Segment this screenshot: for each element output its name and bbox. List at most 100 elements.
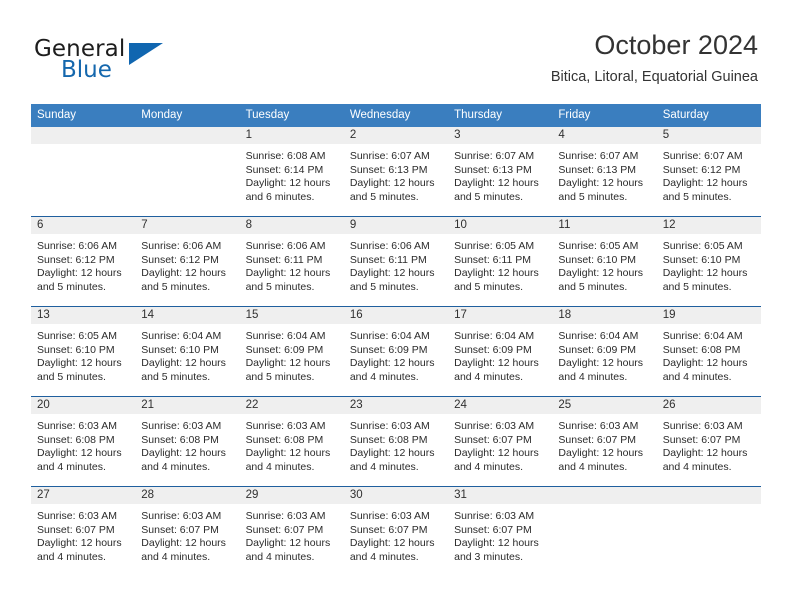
day-details: Sunrise: 6:05 AM Sunset: 6:11 PM Daylight:… bbox=[448, 234, 552, 294]
calendar-day-cell[interactable]: 6 Sunrise: 6:06 AM Sunset: 6:12 PM Daylight… bbox=[31, 216, 136, 307]
day-number: 16 bbox=[343, 307, 449, 324]
sunrise-time: Sunrise: 6:03 AM bbox=[245, 420, 326, 432]
day-number: 9 bbox=[343, 217, 449, 234]
calendar-day-cell[interactable]: 22 Sunrise: 6:03 AM Sunset: 6:08 PM Dayligh… bbox=[239, 396, 344, 487]
day-details: Sunrise: 6:03 AM Sunset: 6:08 PM Daylight:… bbox=[344, 414, 448, 474]
calendar-day-cell[interactable]: 16 Sunrise: 6:04 AM Sunset: 6:09 PM Dayligh… bbox=[343, 306, 449, 397]
day-number: 10 bbox=[448, 217, 553, 234]
daylight-duration-line2: and 5 minutes. bbox=[454, 190, 524, 203]
calendar-day-cell[interactable]: 18 Sunrise: 6:04 AM Sunset: 6:09 PM Dayligh… bbox=[552, 306, 657, 397]
day-details: Sunrise: 6:03 AM Sunset: 6:08 PM Daylight:… bbox=[135, 414, 239, 474]
daylight-duration-line2: and 4 minutes. bbox=[349, 370, 419, 383]
day-details: Sunrise: 6:05 AM Sunset: 6:10 PM Daylight:… bbox=[31, 324, 135, 384]
daylight-duration-line1: Daylight: 12 hours bbox=[349, 537, 435, 550]
calendar-day-cell[interactable]: 3 Sunrise: 6:07 AM Sunset: 6:13 PM Daylight… bbox=[448, 127, 553, 217]
calendar-day-cell[interactable]: 20 Sunrise: 6:03 AM Sunset: 6:08 PM Dayligh… bbox=[31, 396, 136, 487]
day-number: 2 bbox=[343, 127, 449, 144]
weekday-header-thursday: Thursday bbox=[448, 104, 553, 127]
calendar-day-cell[interactable]: 23 Sunrise: 6:03 AM Sunset: 6:08 PM Dayligh… bbox=[343, 396, 449, 487]
day-details: Sunrise: 6:03 AM Sunset: 6:08 PM Daylight:… bbox=[31, 414, 135, 474]
sunset-time: Sunset: 6:13 PM bbox=[349, 163, 428, 176]
day-number: 7 bbox=[135, 217, 240, 234]
calendar-day-cell[interactable]: 11 Sunrise: 6:05 AM Sunset: 6:10 PM Dayligh… bbox=[552, 216, 657, 307]
day-number bbox=[31, 127, 136, 144]
sunrise-time: Sunrise: 6:04 AM bbox=[662, 330, 743, 342]
sunrise-time: Sunrise: 6:04 AM bbox=[454, 330, 535, 342]
calendar-day-cell[interactable]: 8 Sunrise: 6:06 AM Sunset: 6:11 PM Daylight… bbox=[239, 216, 344, 307]
calendar-day-cell[interactable]: 17 Sunrise: 6:04 AM Sunset: 6:09 PM Dayligh… bbox=[448, 306, 553, 397]
daylight-duration-line2: and 5 minutes. bbox=[141, 370, 211, 383]
calendar-day-cell[interactable]: 31 Sunrise: 6:03 AM Sunset: 6:07 PM Dayligh… bbox=[448, 486, 553, 576]
calendar-day-cell[interactable]: 19 Sunrise: 6:04 AM Sunset: 6:08 PM Dayligh… bbox=[656, 306, 761, 397]
calendar-day-cell[interactable]: 7 Sunrise: 6:06 AM Sunset: 6:12 PM Daylight… bbox=[135, 216, 240, 307]
sunrise-time: Sunrise: 6:04 AM bbox=[349, 330, 430, 342]
day-number: 11 bbox=[552, 217, 657, 234]
weekday-header-monday: Monday bbox=[135, 104, 240, 127]
sunrise-time: Sunrise: 6:07 AM bbox=[558, 150, 639, 162]
triangle-logo-icon bbox=[129, 43, 163, 65]
sunset-time: Sunset: 6:09 PM bbox=[454, 343, 532, 356]
daylight-duration-line2: and 4 minutes. bbox=[37, 460, 106, 473]
daylight-duration-line2: and 5 minutes. bbox=[558, 190, 628, 203]
sunset-time: Sunset: 6:10 PM bbox=[558, 253, 637, 266]
calendar-day-cell[interactable]: 24 Sunrise: 6:03 AM Sunset: 6:07 PM Dayligh… bbox=[448, 396, 553, 487]
sunset-time: Sunset: 6:12 PM bbox=[662, 163, 741, 176]
calendar-day-cell[interactable]: 12 Sunrise: 6:05 AM Sunset: 6:10 PM Dayligh… bbox=[656, 216, 761, 307]
day-number: 24 bbox=[448, 397, 553, 414]
day-number: 6 bbox=[31, 217, 136, 234]
day-details: Sunrise: 6:03 AM Sunset: 6:08 PM Daylight:… bbox=[240, 414, 344, 474]
day-number: 22 bbox=[239, 397, 344, 414]
day-details: Sunrise: 6:07 AM Sunset: 6:13 PM Daylight:… bbox=[448, 144, 552, 204]
daylight-duration-line1: Daylight: 12 hours bbox=[141, 447, 226, 460]
calendar-day-cell[interactable]: 10 Sunrise: 6:05 AM Sunset: 6:11 PM Dayligh… bbox=[448, 216, 553, 307]
calendar-week-row: 13 Sunrise: 6:05 AM Sunset: 6:10 PM Dayligh… bbox=[31, 306, 761, 397]
sunrise-time: Sunrise: 6:03 AM bbox=[454, 420, 535, 432]
sunrise-time: Sunrise: 6:07 AM bbox=[454, 150, 535, 162]
daylight-duration-line1: Daylight: 12 hours bbox=[349, 447, 435, 460]
sunset-time: Sunset: 6:09 PM bbox=[245, 343, 324, 356]
daylight-duration-line1: Daylight: 12 hours bbox=[37, 447, 122, 460]
day-number: 3 bbox=[448, 127, 553, 144]
day-details: Sunrise: 6:04 AM Sunset: 6:09 PM Daylight:… bbox=[344, 324, 448, 384]
calendar-week-row: 6 Sunrise: 6:06 AM Sunset: 6:12 PM Daylight… bbox=[31, 216, 761, 307]
daylight-duration-line1: Daylight: 12 hours bbox=[558, 177, 644, 190]
day-number: 14 bbox=[135, 307, 240, 324]
calendar-day-cell[interactable]: 21 Sunrise: 6:03 AM Sunset: 6:08 PM Dayligh… bbox=[135, 396, 240, 487]
calendar-day-cell[interactable]: 25 Sunrise: 6:03 AM Sunset: 6:07 PM Dayligh… bbox=[552, 396, 657, 487]
calendar-day-cell[interactable]: 14 Sunrise: 6:04 AM Sunset: 6:10 PM Dayligh… bbox=[135, 306, 240, 397]
daylight-duration-line1: Daylight: 12 hours bbox=[454, 267, 539, 280]
day-details: Sunrise: 6:03 AM Sunset: 6:07 PM Daylight:… bbox=[657, 414, 761, 474]
calendar-day-cell[interactable]: 30 Sunrise: 6:03 AM Sunset: 6:07 PM Dayligh… bbox=[343, 486, 449, 576]
daylight-duration-line1: Daylight: 12 hours bbox=[558, 267, 644, 280]
calendar-day-cell[interactable]: 5 Sunrise: 6:07 AM Sunset: 6:12 PM Daylight… bbox=[656, 127, 761, 217]
sunset-time: Sunset: 6:07 PM bbox=[454, 433, 532, 446]
daylight-duration-line1: Daylight: 12 hours bbox=[558, 447, 644, 460]
day-details: Sunrise: 6:07 AM Sunset: 6:13 PM Daylight:… bbox=[552, 144, 656, 204]
calendar-day-cell[interactable]: 2 Sunrise: 6:07 AM Sunset: 6:13 PM Daylight… bbox=[343, 127, 449, 217]
calendar-day-cell[interactable]: 4 Sunrise: 6:07 AM Sunset: 6:13 PM Daylight… bbox=[552, 127, 657, 217]
calendar-day-cell[interactable]: 15 Sunrise: 6:04 AM Sunset: 6:09 PM Dayligh… bbox=[239, 306, 344, 397]
calendar-day-cell[interactable]: 9 Sunrise: 6:06 AM Sunset: 6:11 PM Daylight… bbox=[343, 216, 449, 307]
calendar-day-cell[interactable]: 13 Sunrise: 6:05 AM Sunset: 6:10 PM Dayligh… bbox=[31, 306, 136, 397]
calendar-table: Sunday Monday Tuesday Wednesday Thursday… bbox=[31, 104, 761, 576]
day-details: Sunrise: 6:08 AM Sunset: 6:14 PM Daylight:… bbox=[240, 144, 344, 204]
day-details: Sunrise: 6:04 AM Sunset: 6:08 PM Daylight:… bbox=[657, 324, 761, 384]
daylight-duration-line2: and 5 minutes. bbox=[245, 370, 315, 383]
daylight-duration-line2: and 4 minutes. bbox=[558, 370, 628, 383]
calendar-week-row: 27 Sunrise: 6:03 AM Sunset: 6:07 PM Dayligh… bbox=[31, 486, 761, 576]
calendar-day-cell[interactable]: 29 Sunrise: 6:03 AM Sunset: 6:07 PM Dayligh… bbox=[239, 486, 344, 576]
sunrise-time: Sunrise: 6:04 AM bbox=[141, 330, 222, 342]
brand-logo[interactable]: General Blue bbox=[34, 36, 184, 88]
sunrise-time: Sunrise: 6:06 AM bbox=[37, 240, 117, 252]
day-number: 18 bbox=[552, 307, 657, 324]
day-number: 23 bbox=[343, 397, 449, 414]
calendar-day-cell[interactable]: 1 Sunrise: 6:08 AM Sunset: 6:14 PM Daylight… bbox=[239, 127, 344, 217]
calendar-day-cell[interactable]: 27 Sunrise: 6:03 AM Sunset: 6:07 PM Dayligh… bbox=[31, 486, 136, 576]
calendar-day-cell[interactable]: 26 Sunrise: 6:03 AM Sunset: 6:07 PM Dayligh… bbox=[656, 396, 761, 487]
sunset-time: Sunset: 6:07 PM bbox=[349, 523, 428, 536]
calendar-day-cell[interactable]: 28 Sunrise: 6:03 AM Sunset: 6:07 PM Dayligh… bbox=[135, 486, 240, 576]
daylight-duration-line2: and 5 minutes. bbox=[558, 280, 628, 293]
daylight-duration-line1: Daylight: 12 hours bbox=[245, 177, 331, 190]
day-number: 25 bbox=[552, 397, 657, 414]
day-number: 30 bbox=[343, 487, 449, 504]
